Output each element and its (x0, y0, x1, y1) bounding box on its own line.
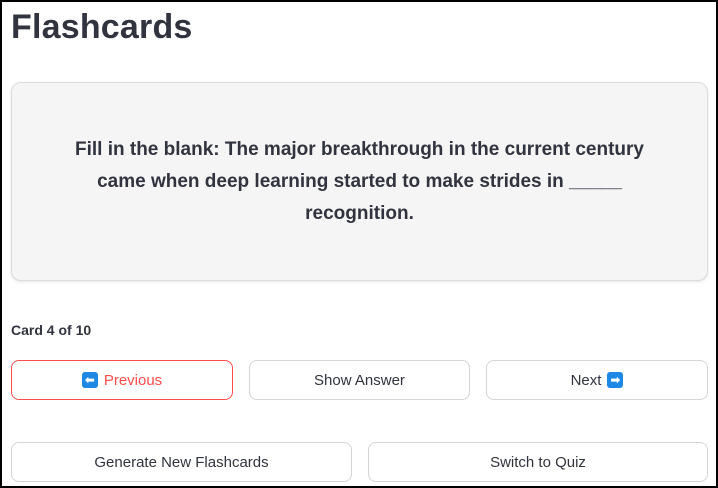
right-arrow-icon: ➡ (607, 372, 624, 388)
previous-button-label: Previous (103, 371, 163, 389)
flashcard: Fill in the blank: The major breakthroug… (11, 82, 708, 281)
page-title: Flashcards (11, 8, 193, 46)
previous-button[interactable]: ⬅ Previous (11, 360, 233, 400)
show-answer-button-label: Show Answer (314, 371, 405, 389)
show-answer-button[interactable]: Show Answer (249, 360, 470, 400)
generate-flashcards-button[interactable]: Generate New Flashcards (11, 442, 352, 482)
app-frame: Flashcards Fill in the blank: The major … (0, 0, 718, 488)
next-button-label: Next (570, 371, 602, 389)
card-counter: Card 4 of 10 (11, 322, 92, 338)
flashcard-question: Fill in the blank: The major breakthroug… (74, 138, 645, 224)
next-button[interactable]: Next ➡ (486, 360, 708, 400)
left-arrow-icon: ⬅ (81, 372, 98, 388)
generate-flashcards-button-label: Generate New Flashcards (94, 453, 269, 471)
switch-to-quiz-button[interactable]: Switch to Quiz (368, 442, 708, 482)
switch-to-quiz-button-label: Switch to Quiz (490, 453, 586, 471)
